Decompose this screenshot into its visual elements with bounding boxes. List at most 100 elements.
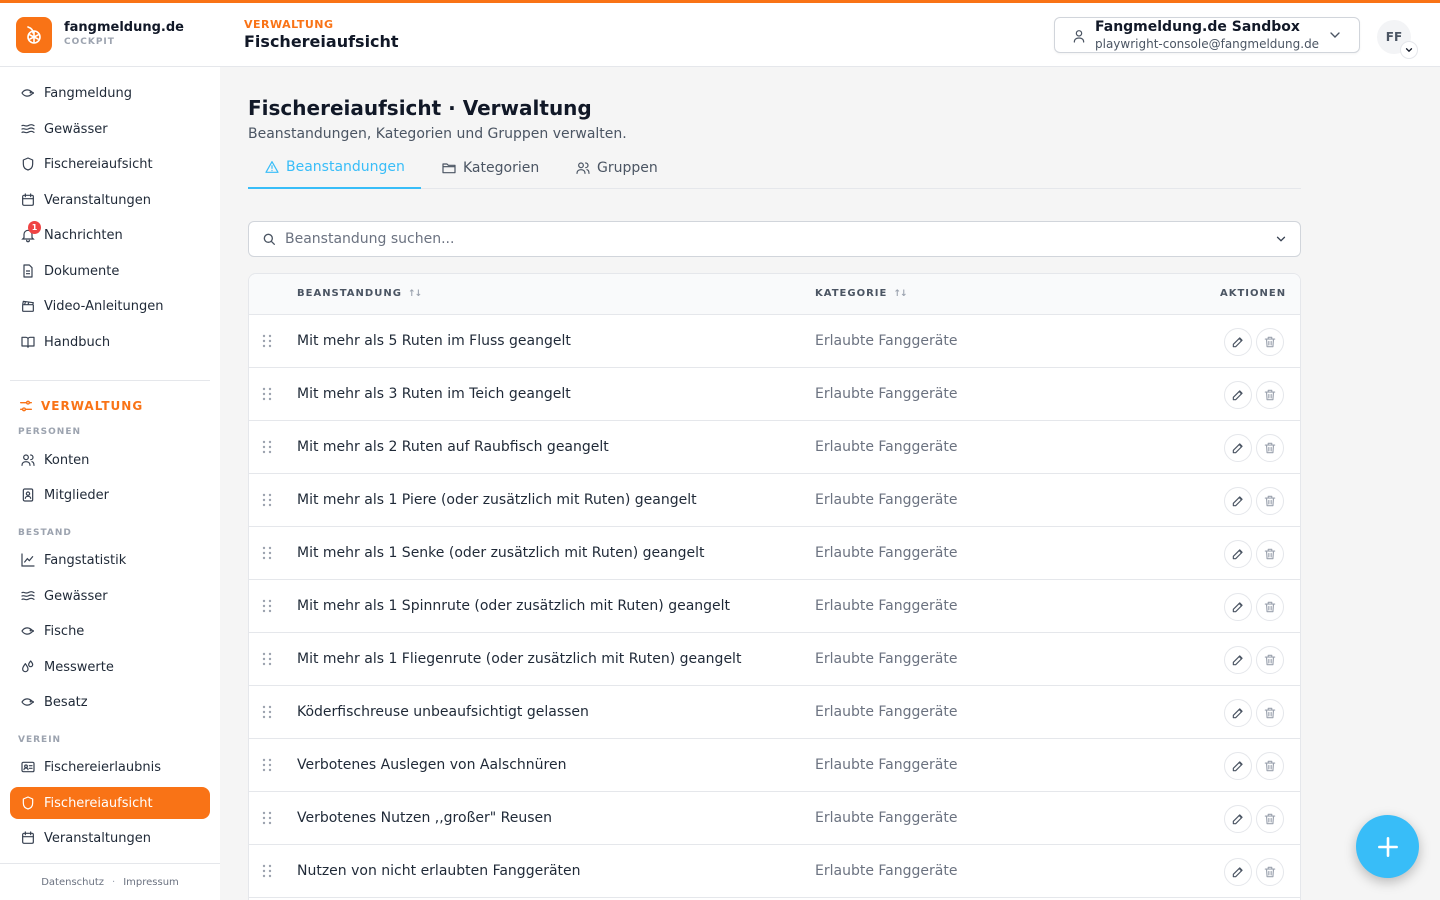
brand-name: fangmeldung.de <box>64 20 184 35</box>
drag-handle-icon[interactable] <box>261 333 273 349</box>
sidebar-item-verein-veranstaltungen[interactable]: Veranstaltungen <box>10 822 210 854</box>
delete-button[interactable] <box>1256 540 1284 568</box>
sidebar-item-fischereiaufsicht[interactable]: Fischereiaufsicht <box>10 148 210 180</box>
sidebar-item-messwerte[interactable]: Messwerte <box>10 651 210 683</box>
trash-icon <box>1263 494 1277 508</box>
sidebar-item-fischereierlaubnis[interactable]: Fischereierlaubnis <box>10 751 210 783</box>
drag-handle-icon[interactable] <box>261 810 273 826</box>
sidebar-item-fische[interactable]: Fische <box>10 615 210 647</box>
drag-handle-icon[interactable] <box>261 863 273 879</box>
tab-kategorien[interactable]: Kategorien <box>425 146 555 189</box>
drag-handle-icon[interactable] <box>261 757 273 773</box>
table-row[interactable]: Köderfischreuse unbeaufsichtigt gelassen… <box>249 686 1300 739</box>
table-row[interactable]: Verbotenes Auslegen von Aalschnüren Erlau… <box>249 739 1300 792</box>
sidebar-item-mitglieder[interactable]: Mitglieder <box>10 479 210 511</box>
chevron-down-icon <box>1330 32 1340 38</box>
table-row[interactable]: Mit mehr als 1 Piere (oder zusätzlich mi… <box>249 474 1300 527</box>
delete-button[interactable] <box>1256 381 1284 409</box>
fish-logo-icon[interactable] <box>16 17 52 53</box>
tab-beanstandungen[interactable]: Beanstandungen <box>248 146 421 189</box>
edit-button[interactable] <box>1224 381 1252 409</box>
drag-handle-icon[interactable] <box>261 386 273 402</box>
table-row[interactable]: Mit mehr als 1 Fliegenrute (oder zusätzl… <box>249 633 1300 686</box>
drag-handle-icon[interactable] <box>261 545 273 561</box>
delete-button[interactable] <box>1256 487 1284 515</box>
edit-button[interactable] <box>1224 540 1252 568</box>
tab-gruppen[interactable]: Gruppen <box>559 146 674 189</box>
delete-button[interactable] <box>1256 699 1284 727</box>
search-combobox[interactable] <box>248 221 1301 257</box>
clapperboard-icon <box>22 300 34 312</box>
edit-button[interactable] <box>1224 699 1252 727</box>
warning-triangle-icon <box>265 160 279 173</box>
complaint-category: Erlaubte Fanggeräte <box>815 386 958 402</box>
delete-button[interactable] <box>1256 593 1284 621</box>
pencil-icon <box>1231 759 1245 773</box>
imprint-link[interactable]: Impressum <box>123 877 179 888</box>
sidebar-item-bestand-gewaesser[interactable]: Gewässer <box>10 580 210 612</box>
table-header: BEANSTANDUNG ↑↓ KATEGORIE ↑↓ AKTIONEN <box>249 274 1300 315</box>
sidebar-item-label: Mitglieder <box>44 487 109 503</box>
table-row[interactable]: Mit mehr als 2 Ruten auf Raubfisch geang… <box>249 421 1300 474</box>
delete-button[interactable] <box>1256 328 1284 356</box>
document-icon <box>23 264 33 278</box>
sidebar-item-konten[interactable]: Konten <box>10 444 210 476</box>
delete-button[interactable] <box>1256 858 1284 886</box>
add-complaint-button[interactable] <box>1356 815 1419 878</box>
delete-button[interactable] <box>1256 805 1284 833</box>
edit-button[interactable] <box>1224 858 1252 886</box>
avatar-menu-chevron-icon[interactable] <box>1400 41 1418 59</box>
sidebar-item-dokumente[interactable]: Dokumente <box>10 255 210 287</box>
drag-handle-icon[interactable] <box>261 651 273 667</box>
sidebar-item-label: Veranstaltungen <box>44 830 151 846</box>
table-row[interactable]: Mit mehr als 3 Ruten im Teich geangelt Er… <box>249 368 1300 421</box>
delete-button[interactable] <box>1256 434 1284 462</box>
organization-switcher[interactable]: Fangmeldung.de Sandbox playwright-consol… <box>1054 17 1360 53</box>
id-badge-icon <box>22 488 34 502</box>
fish-icon <box>21 89 35 97</box>
edit-button[interactable] <box>1224 328 1252 356</box>
sidebar-item-label: Fischereiaufsicht <box>44 156 153 172</box>
sidebar: Fangmeldung Gewässer Fischereiaufsicht V… <box>0 67 220 900</box>
pencil-icon <box>1231 547 1245 561</box>
drag-handle-icon[interactable] <box>261 492 273 508</box>
complaint-category: Erlaubte Fanggeräte <box>815 651 958 667</box>
sidebar-item-gewaesser[interactable]: Gewässer <box>10 113 210 145</box>
sidebar-item-fangmeldung[interactable]: Fangmeldung <box>10 77 210 109</box>
drag-handle-icon[interactable] <box>261 598 273 614</box>
column-header-beanstandung[interactable]: BEANSTANDUNG ↑↓ <box>297 288 422 299</box>
edit-button[interactable] <box>1224 805 1252 833</box>
drag-handle-icon[interactable] <box>261 704 273 720</box>
edit-button[interactable] <box>1224 752 1252 780</box>
complaint-name: Mit mehr als 1 Spinnrute (oder zusätzlic… <box>297 598 731 614</box>
sidebar-item-verein-fischereiaufsicht[interactable]: Fischereiaufsicht <box>10 787 210 819</box>
complaints-table: BEANSTANDUNG ↑↓ KATEGORIE ↑↓ AKTIONEN Mit … <box>248 273 1301 900</box>
edit-button[interactable] <box>1224 434 1252 462</box>
user-icon <box>1073 30 1085 43</box>
table-row[interactable]: Verbotenes Nutzen ,,großer" Reusen Erlaub… <box>249 792 1300 845</box>
edit-button[interactable] <box>1224 487 1252 515</box>
sidebar-item-besatz[interactable]: Besatz <box>10 686 210 718</box>
table-row[interactable]: Mit mehr als 1 Senke (oder zusätzlich mi… <box>249 527 1300 580</box>
column-header-kategorie[interactable]: KATEGORIE ↑↓ <box>815 288 907 299</box>
privacy-link[interactable]: Datenschutz <box>41 877 104 888</box>
sidebar-item-video-anleitungen[interactable]: Video-Anleitungen <box>10 290 210 322</box>
search-input[interactable] <box>285 222 1265 256</box>
chevron-down-icon[interactable] <box>1274 232 1288 246</box>
drag-handle-icon[interactable] <box>261 439 273 455</box>
table-row[interactable]: Mit mehr als 5 Ruten im Fluss geangelt Er… <box>249 315 1300 368</box>
sidebar-item-label: Handbuch <box>44 334 111 350</box>
sidebar-item-fangstatistik[interactable]: Fangstatistik <box>10 544 210 576</box>
edit-button[interactable] <box>1224 593 1252 621</box>
table-row[interactable]: Nutzen von nicht erlaubten Fanggeräten Er… <box>249 845 1300 898</box>
delete-button[interactable] <box>1256 646 1284 674</box>
table-row[interactable]: Mit mehr als 1 Spinnrute (oder zusätzlic… <box>249 580 1300 633</box>
users-icon <box>576 161 590 174</box>
delete-button[interactable] <box>1256 752 1284 780</box>
admin-section-heading: VERWALTUNG <box>18 398 143 414</box>
organization-email: playwright-console@fangmeldung.de <box>1095 37 1320 51</box>
calendar-icon <box>22 193 34 206</box>
edit-button[interactable] <box>1224 646 1252 674</box>
sidebar-item-handbuch[interactable]: Handbuch <box>10 326 210 358</box>
sidebar-item-veranstaltungen[interactable]: Veranstaltungen <box>10 184 210 216</box>
